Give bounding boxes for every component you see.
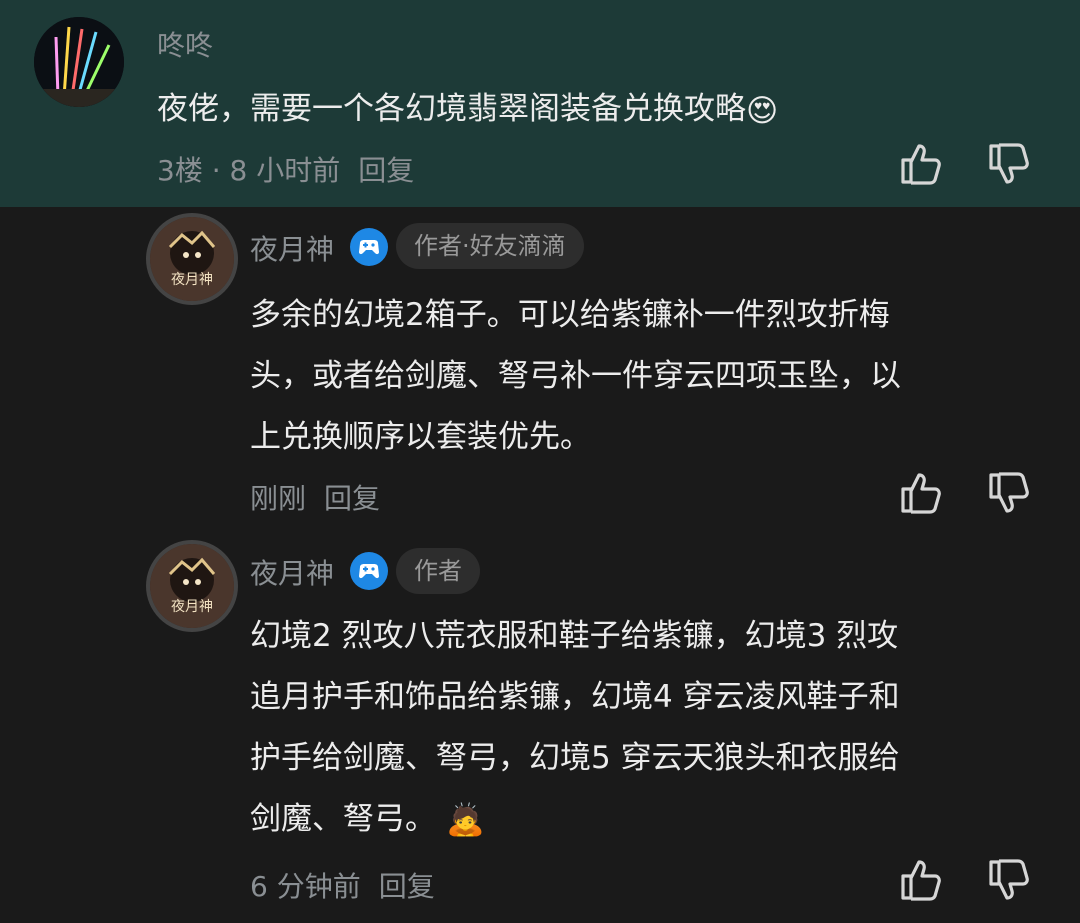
reply-meta: 刚刚 回复 [250,477,380,517]
thumbs-down-icon[interactable] [983,469,1031,517]
comment-text-content: 夜佬，需要一个各幻境翡翠阁装备兑换攻略 [157,91,746,127]
thumbs-down-icon[interactable] [983,856,1031,904]
reply-time: 6 分钟前 [250,870,361,903]
reply-button[interactable]: 回复 [358,154,414,187]
reply-line: 上兑换顺序以套装优先。 [250,419,591,455]
reply-avatar[interactable]: 夜月神 [150,217,234,301]
thumbs-up-icon[interactable] [895,140,943,188]
thumbs-up-icon[interactable] [895,469,943,517]
avatar-caption: 夜月神 [171,272,213,288]
username[interactable]: 咚咚 [157,24,213,64]
emoji: 🙇 [446,802,485,838]
floor-time: 3楼 · 8 小时前 [157,154,341,187]
reply-meta: 6 分钟前 回复 [250,865,435,905]
comment-meta: 3楼 · 8 小时前 回复 [157,149,414,189]
emoji: 😍 [746,92,779,129]
top-comment: 咚咚 夜佬，需要一个各幻境翡翠阁装备兑换攻略😍 3楼 · 8 小时前 回复 [0,0,1080,207]
user-avatar[interactable] [34,17,124,107]
reply-button[interactable]: 回复 [379,870,435,903]
reply-avatar[interactable]: 夜月神 [150,544,234,628]
reply-line: 头，或者给剑魔、弩弓补一件穿云四项玉坠，以 [250,358,901,394]
author-tag: 作者·好友滴滴 [396,223,584,269]
reply-line-text: 剑魔、弩弓。 [250,801,436,837]
author-tag: 作者 [396,548,480,594]
reply-line: 追月护手和饰品给紫镰，幻境4 穿云凌风鞋子和 [250,679,900,715]
avatar-caption: 夜月神 [171,599,213,615]
thumbs-down-icon[interactable] [983,140,1031,188]
reply-line: 护手给剑魔、弩弓，幻境5 穿云天狼头和衣服给 [250,740,900,776]
reply-button[interactable]: 回复 [324,482,380,515]
avatar-image [34,17,124,107]
gamepad-icon [350,228,388,266]
username[interactable]: 夜月神 [250,228,334,268]
thumbs-up-icon[interactable] [895,856,943,904]
reply-time: 刚刚 [250,482,307,515]
reply-line: 多余的幻境2箱子。可以给紫镰补一件烈攻折梅 [250,297,890,333]
reply-text: 多余的幻境2箱子。可以给紫镰补一件烈攻折梅 头，或者给剑魔、弩弓补一件穿云四项玉… [250,285,901,468]
reply-text: 幻境2 烈攻八荒衣服和鞋子给紫镰，幻境3 烈攻 追月护手和饰品给紫镰，幻境4 穿… [250,606,900,851]
comment-text: 夜佬，需要一个各幻境翡翠阁装备兑换攻略😍 [157,79,778,141]
gamepad-icon [350,552,388,590]
reply-line: 剑魔、弩弓。 🙇 [250,789,900,851]
reply-line: 幻境2 烈攻八荒衣服和鞋子给紫镰，幻境3 烈攻 [250,618,899,654]
username[interactable]: 夜月神 [250,552,334,592]
